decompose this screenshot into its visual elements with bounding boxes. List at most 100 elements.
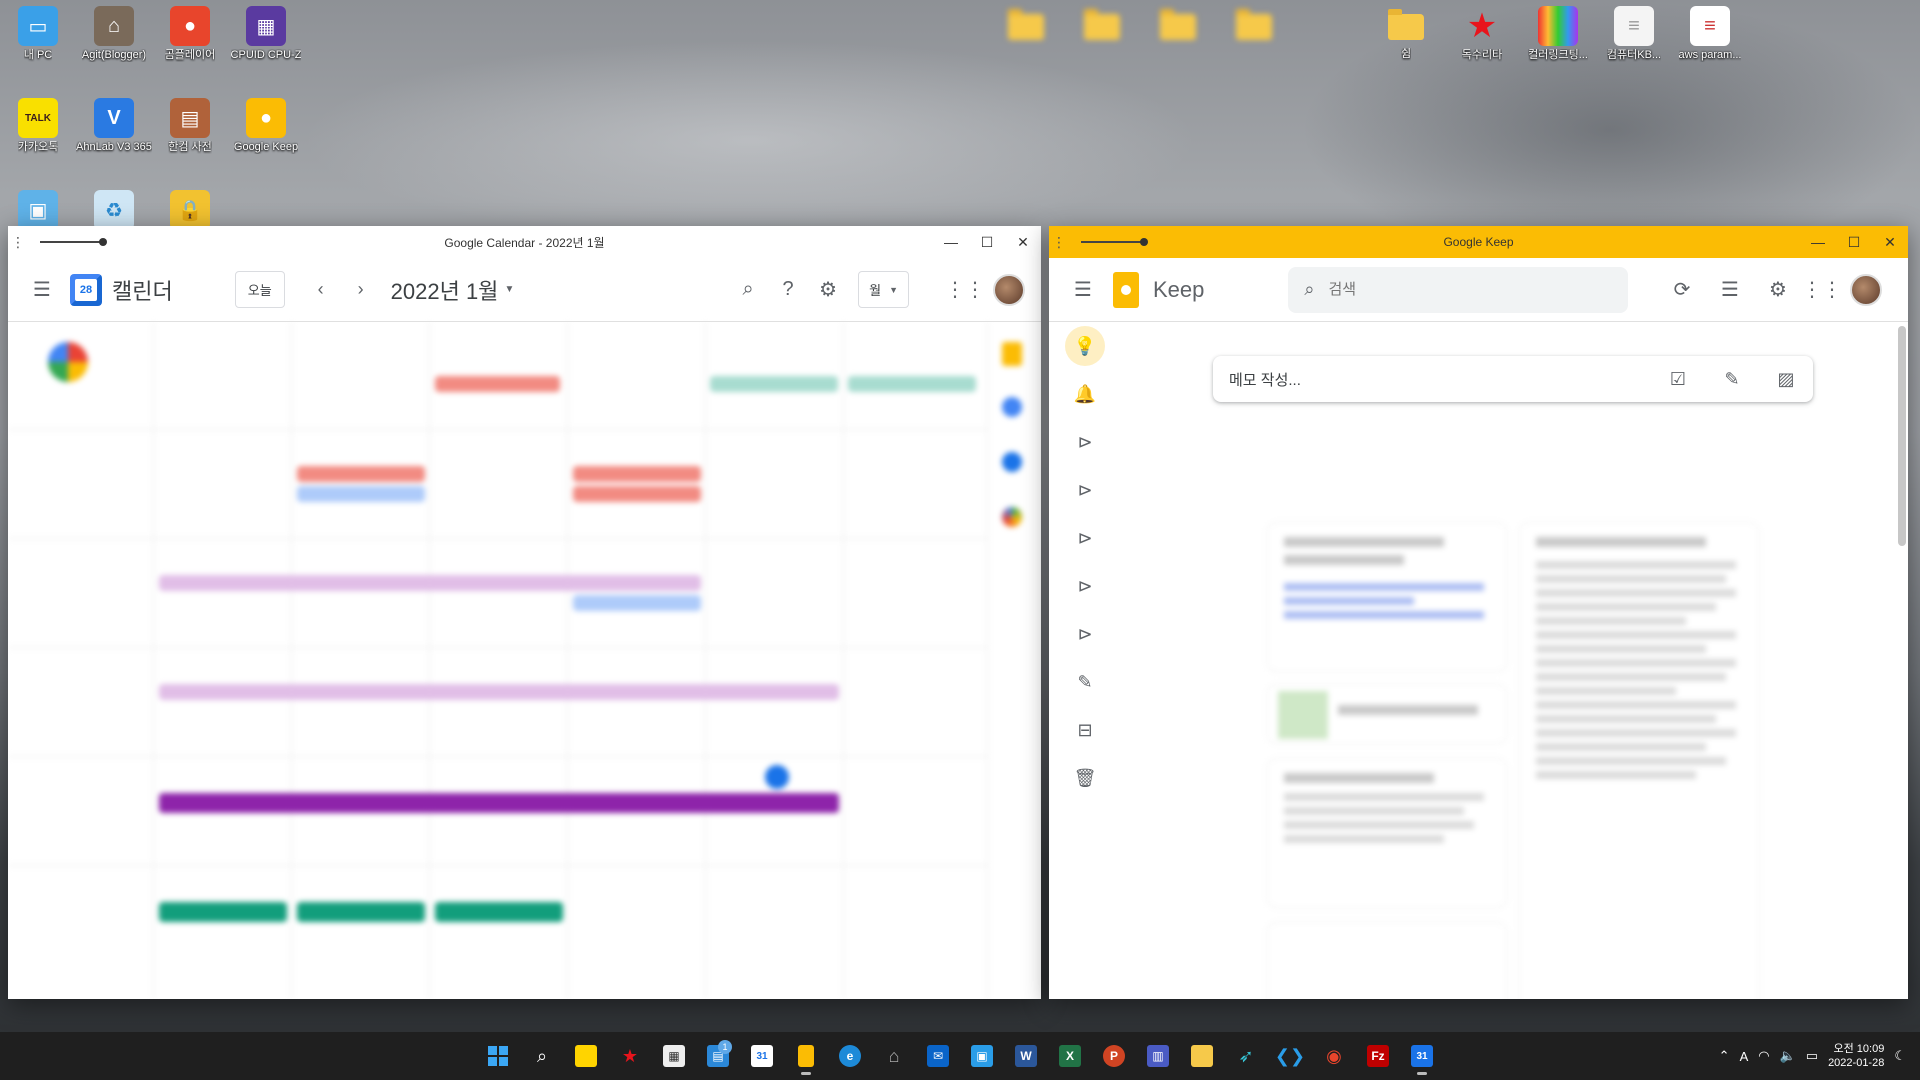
taskbar-filezilla[interactable]: Fz	[1358, 1036, 1398, 1076]
minimize-icon[interactable]: —	[1800, 226, 1836, 258]
nav-reminders[interactable]: 🔔	[1049, 370, 1121, 418]
search-icon[interactable]: ⌕	[1304, 279, 1314, 300]
note-card[interactable]	[1267, 922, 1507, 999]
maximize-icon[interactable]: ☐	[1836, 226, 1872, 258]
desktop-icon-my-pc[interactable]: ▭ 내 PC	[0, 6, 76, 62]
apps-grid-icon[interactable]: ⋮⋮	[1802, 270, 1842, 310]
help-icon[interactable]: ?	[768, 270, 808, 310]
moon-icon[interactable]: ☾	[1894, 1048, 1906, 1064]
refresh-icon[interactable]: ⟳	[1662, 270, 1702, 310]
taskbar-sticky-notes[interactable]	[566, 1036, 606, 1076]
nav-trash[interactable]: 🗑	[1049, 754, 1121, 802]
hamburger-menu-icon[interactable]: ☰	[22, 270, 62, 310]
pencil-icon[interactable]: ✎	[1705, 369, 1759, 390]
desktop-icon-ahnlab[interactable]: V AhnLab V3 365 Clinic	[76, 98, 152, 154]
hamburger-menu-icon[interactable]: ☰	[1063, 270, 1103, 310]
wifi-icon[interactable]: ◠	[1758, 1048, 1769, 1064]
desktop-icon-gomplayer[interactable]: ● 곰플레이어	[152, 6, 228, 62]
nav-label-1[interactable]: ⊳	[1049, 418, 1121, 466]
search-button[interactable]: ⌕	[522, 1036, 562, 1076]
desktop-folder-2[interactable]	[1064, 6, 1140, 40]
gear-icon[interactable]: ⚙	[808, 270, 848, 310]
prev-month-icon[interactable]: ‹	[301, 270, 341, 310]
taskbar-vscode[interactable]: ❮❯	[1270, 1036, 1310, 1076]
keep-titlebar[interactable]: ⋮ Google Keep — ☐ ✕	[1049, 226, 1908, 258]
desktop-icon-dokdo[interactable]: ★ 독수리타	[1444, 6, 1520, 62]
keep-side-icon[interactable]	[1002, 342, 1022, 366]
desktop-folder-1[interactable]	[988, 6, 1064, 40]
desktop-icon-recycle-bin[interactable]: ♻	[76, 190, 152, 230]
desktop-icon-hancom-dict[interactable]: ▤ 한컴 사전	[152, 98, 228, 154]
nav-label-2[interactable]: ⊳	[1049, 466, 1121, 514]
taskbar-word[interactable]: W	[1006, 1036, 1046, 1076]
chevron-down-icon[interactable]: ▼	[504, 284, 514, 295]
nav-label-4[interactable]: ⊳	[1049, 562, 1121, 610]
gear-icon[interactable]: ⚙	[1758, 270, 1798, 310]
close-icon[interactable]: ✕	[1872, 226, 1908, 258]
avatar[interactable]	[993, 273, 1025, 306]
note-card[interactable]	[1267, 684, 1507, 744]
chevron-up-icon[interactable]: ⌃	[1719, 1048, 1730, 1064]
scrollbar[interactable]	[1898, 326, 1906, 546]
taskbar-bird[interactable]: ➶	[1226, 1036, 1266, 1076]
desktop-folder-4[interactable]	[1216, 6, 1292, 40]
apps-grid-icon[interactable]: ⋮⋮	[945, 270, 985, 310]
maps-side-icon[interactable]	[1002, 507, 1022, 527]
note-card[interactable]	[1267, 758, 1507, 908]
battery-icon[interactable]: ▭	[1806, 1048, 1818, 1064]
note-card[interactable]	[1267, 522, 1507, 672]
next-month-icon[interactable]: ›	[341, 270, 381, 310]
note-card[interactable]	[1519, 522, 1759, 999]
nav-notes[interactable]: 💡	[1049, 322, 1121, 370]
desktop-icon-kakaotalk[interactable]: TALK 카카오톡	[0, 98, 76, 154]
desktop-icon-agit[interactable]: ⌂ Agit(Blogger)	[76, 6, 152, 62]
today-button[interactable]: 오늘	[234, 271, 285, 308]
desktop-folder-3[interactable]	[1140, 6, 1216, 40]
search-icon[interactable]: ⌕	[728, 270, 768, 310]
taskbar-app2[interactable]: ◉	[1314, 1036, 1354, 1076]
taskbar-calendar-app[interactable]: 31	[1402, 1036, 1442, 1076]
nav-edit-labels[interactable]: ✎	[1049, 658, 1121, 706]
taskbar-disk[interactable]: ▥	[1138, 1036, 1178, 1076]
desktop-icon-aws[interactable]: ≡ aws param...	[1672, 6, 1748, 62]
desktop-icon-kb[interactable]: ≡ 컴퓨터KB...	[1596, 6, 1672, 62]
desktop-icon-google-keep[interactable]: ● Google Keep	[228, 98, 304, 154]
take-note-bar[interactable]: 메모 작성... ☑ ✎ ▨	[1213, 356, 1813, 402]
start-button[interactable]	[478, 1036, 518, 1076]
view-select[interactable]: 월 ▼	[858, 271, 909, 308]
taskbar-app[interactable]: ▣	[962, 1036, 1002, 1076]
taskbar-excel[interactable]: X	[1050, 1036, 1090, 1076]
calendar-titlebar[interactable]: ⋮ Google Calendar - 2022년 1월 — ☐ ✕	[8, 226, 1041, 258]
desktop-folder-5[interactable]: 쉼	[1368, 6, 1444, 61]
tasks-side-icon[interactable]	[1002, 397, 1022, 417]
taskbar-chat[interactable]: ▤ 1	[698, 1036, 738, 1076]
close-icon[interactable]: ✕	[1005, 226, 1041, 258]
taskbar-explorer[interactable]	[1182, 1036, 1222, 1076]
taskbar-keep[interactable]	[786, 1036, 826, 1076]
nav-archive[interactable]: ⊟	[1049, 706, 1121, 754]
nav-label-3[interactable]: ⊳	[1049, 514, 1121, 562]
ime-indicator[interactable]: A	[1740, 1049, 1749, 1064]
search-input[interactable]	[1328, 281, 1589, 298]
desktop-icon-control[interactable]: ▣	[0, 190, 76, 230]
opacity-slider[interactable]	[40, 238, 107, 246]
opacity-slider[interactable]	[1081, 238, 1148, 246]
image-icon[interactable]: ▨	[1759, 369, 1813, 390]
list-view-icon[interactable]: ☰	[1710, 270, 1750, 310]
taskbar-store[interactable]: ▦	[654, 1036, 694, 1076]
taskbar-star[interactable]: ★	[610, 1036, 650, 1076]
menu-dots-icon[interactable]: ⋮	[1049, 234, 1069, 251]
desktop-icon-cpuz[interactable]: ▦ CPUID CPU-Z	[228, 6, 304, 62]
checkbox-icon[interactable]: ☑	[1651, 369, 1705, 390]
maximize-icon[interactable]: ☐	[969, 226, 1005, 258]
desktop-icon-lock[interactable]: 🔒	[152, 190, 228, 230]
avatar[interactable]	[1850, 273, 1882, 306]
contacts-side-icon[interactable]	[1002, 452, 1022, 472]
taskbar-agit[interactable]: ⌂	[874, 1036, 914, 1076]
taskbar-calendar[interactable]: 31	[742, 1036, 782, 1076]
desktop-icon-coloring[interactable]: 컬러링크팅...	[1520, 6, 1596, 62]
clock[interactable]: 오전 10:09 2022-01-28	[1828, 1042, 1884, 1070]
taskbar-powerpoint[interactable]: P	[1094, 1036, 1134, 1076]
taskbar-mail[interactable]: ✉	[918, 1036, 958, 1076]
volume-icon[interactable]: 🔈	[1780, 1048, 1796, 1064]
